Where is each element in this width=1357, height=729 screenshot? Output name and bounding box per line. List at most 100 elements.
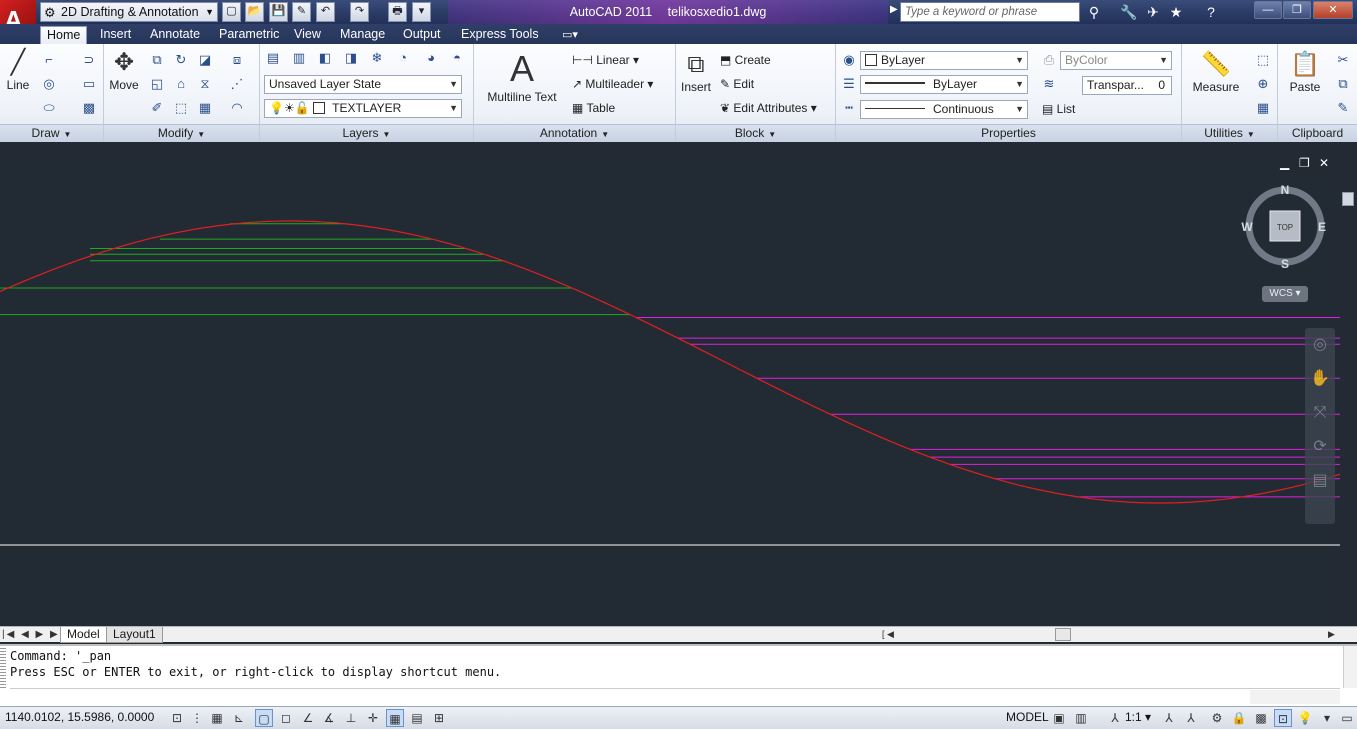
viewport-close-icon[interactable]: ✕ [1319, 156, 1329, 170]
layer-combo[interactable]: 💡☀🔓 TEXTLAYER ▼ [264, 99, 462, 118]
fillet-icon[interactable]: ◱ [146, 74, 168, 94]
tab-parametric[interactable]: Parametric [213, 26, 285, 44]
coordinate-readout[interactable]: 1140.0102, 15.5986, 0.0000 [5, 710, 154, 724]
pan-hand-icon[interactable]: ✋ [1305, 362, 1335, 396]
layout-nav-arrows[interactable]: |◀ ◀ ▶ ▶| [2, 627, 64, 642]
orbit-icon[interactable]: ⟳ [1305, 430, 1335, 464]
command-horizontal-scrollbar[interactable] [1250, 690, 1340, 704]
ribbon-minimize-icon[interactable]: ▭▾ [562, 28, 578, 41]
command-window-grip[interactable] [0, 648, 6, 688]
viewcube[interactable]: TOP N S E W [1235, 178, 1335, 278]
transparency-icon[interactable]: ≋ [1038, 74, 1060, 94]
polyline-icon[interactable]: ⌐ [38, 50, 60, 70]
lineweight-combo[interactable]: ByLayer ▼ [860, 75, 1028, 94]
compass-west[interactable]: W [1241, 220, 1253, 234]
quick-properties-icon[interactable]: ⊞ [430, 709, 448, 727]
wcs-menu[interactable]: WCS ▾ [1262, 286, 1308, 302]
toolbar-lock-icon[interactable]: 🔒 [1230, 709, 1248, 727]
tab-model[interactable]: Model [60, 627, 107, 643]
annotation-visibility-icon[interactable]: ⅄ [1160, 709, 1178, 727]
rectangle-icon[interactable]: ▭ [78, 74, 100, 94]
move-button[interactable]: ✥ Move [106, 48, 142, 92]
layer-match-icon[interactable]: ▥ [288, 48, 310, 68]
match-properties-icon[interactable]: ◉ [838, 50, 860, 70]
layer-properties-icon[interactable]: ▤ [262, 48, 284, 68]
insert-block-button[interactable]: ⧉ Insert [678, 50, 714, 94]
draw-panel-title[interactable]: Draw ▼ [0, 124, 103, 142]
save-as-icon[interactable]: ✎ [292, 2, 311, 22]
erase-icon[interactable]: ✐ [146, 98, 168, 118]
clipboard-panel-title[interactable]: Clipboard [1278, 124, 1357, 142]
vertical-scroll-thumb[interactable] [1342, 192, 1354, 206]
list-button[interactable]: ▤ List [1042, 100, 1075, 118]
paste-button[interactable]: 📋 Paste [1284, 50, 1326, 94]
layer-lock-icon[interactable]: ◕ [420, 48, 442, 68]
save-icon[interactable]: 💾 [269, 2, 288, 22]
drawing-area[interactable]: ▁ ❐ ✕ TOP N S E W WCS ▾ ◎ ✋ ⤧ ⟳ ▤ [0, 148, 1357, 626]
color-combo[interactable]: ByLayer ▼ [860, 51, 1028, 70]
compass-north[interactable]: N [1281, 183, 1290, 197]
hatch-icon[interactable]: ▩ [78, 98, 100, 118]
steeringwheel-icon[interactable]: ◎ [1305, 328, 1335, 362]
edit-attributes-button[interactable]: ❦ Edit Attributes ▾ [720, 99, 817, 117]
minimize-button[interactable]: — [1254, 1, 1282, 19]
layer-previous-icon[interactable]: ◧ [314, 48, 336, 68]
stretch-icon[interactable]: ⌂ [170, 74, 192, 94]
layer-walk-icon[interactable]: ◓ [446, 48, 468, 68]
help-icon[interactable]: ? [1200, 2, 1222, 22]
object-snap-icon[interactable]: ◻ [277, 709, 295, 727]
match-icon[interactable]: ✎ [1332, 98, 1354, 118]
viewport-restore-icon[interactable]: ❐ [1299, 156, 1310, 170]
infer-constraints-icon[interactable]: ⊡ [168, 709, 186, 727]
properties-panel-title[interactable]: Properties [836, 124, 1181, 142]
tab-view[interactable]: View [288, 26, 327, 44]
horizontal-scroll-thumb[interactable] [1055, 628, 1071, 641]
create-block-button[interactable]: ⬒ Create [720, 51, 771, 69]
edit-block-button[interactable]: ✎ Edit [720, 75, 754, 93]
annotation-panel-title[interactable]: Annotation ▼ [474, 124, 675, 142]
line-button[interactable]: ╱ Line [2, 48, 34, 92]
chevron-right-icon[interactable]: ▶ [890, 4, 898, 15]
layer-isolate-icon[interactable]: ◨ [340, 48, 362, 68]
binoculars-icon[interactable]: ⚲ [1083, 2, 1105, 22]
calculator-icon[interactable]: ▦ [1252, 98, 1274, 118]
otrack-icon[interactable]: ∡ [320, 709, 338, 727]
scale-icon[interactable]: ⬚ [170, 98, 192, 118]
communication-icon[interactable]: ✈ [1142, 2, 1164, 22]
undo-icon[interactable]: ↶ [316, 2, 335, 22]
utilities-panel-title[interactable]: Utilities ▼ [1182, 124, 1277, 142]
arc-icon[interactable]: ⊃ [78, 50, 100, 70]
sine-curve[interactable] [0, 220, 1341, 504]
showmotion-icon[interactable]: ▤ [1305, 464, 1335, 498]
redo-icon[interactable]: ↷ [350, 2, 369, 22]
plot-style-combo[interactable]: ByColor ▼ [1060, 51, 1172, 70]
measure-button[interactable]: 📏 Measure [1186, 50, 1246, 94]
linear-dimension-button[interactable]: ⊢⊣ Linear ▾ [572, 51, 639, 69]
point-icon[interactable]: ⊕ [1252, 74, 1274, 94]
copy-clip-icon[interactable]: ⧉ [1332, 74, 1354, 94]
modify-panel-title[interactable]: Modify ▼ [104, 124, 259, 142]
compass-east[interactable]: E [1318, 220, 1326, 234]
hardware-acceleration-icon[interactable]: ▩ [1252, 709, 1270, 727]
ducs-icon[interactable]: ⊥ [342, 709, 360, 727]
snap-mode-icon[interactable]: ⋮ [188, 709, 206, 727]
ortho-mode-icon[interactable]: ⊾ [230, 709, 248, 727]
customize-qat-icon[interactable]: ▾ [412, 2, 431, 22]
tab-output[interactable]: Output [397, 26, 447, 44]
status-menu-icon[interactable]: ▾ [1318, 709, 1336, 727]
horizontal-scroll-right-icon[interactable]: ▶ [1328, 627, 1335, 642]
multiline-text-button[interactable]: A Multiline Text [480, 48, 564, 104]
polar-tracking-icon[interactable]: ▢ [255, 709, 273, 727]
trim-icon[interactable]: ◪ [194, 50, 216, 70]
cut-icon[interactable]: ✂ [1332, 50, 1354, 70]
array-icon[interactable]: ▦ [194, 98, 216, 118]
command-input[interactable] [10, 688, 1340, 706]
tab-manage[interactable]: Manage [334, 26, 391, 44]
new-icon[interactable]: ▢ [222, 2, 241, 22]
table-button[interactable]: ▦ Table [572, 99, 615, 117]
viewport-minimize-icon[interactable]: ▁ [1280, 156, 1289, 170]
copy-icon[interactable]: ⧉ [146, 50, 168, 70]
quick-select-icon[interactable]: ⬚ [1252, 50, 1274, 70]
open-icon[interactable]: 📂 [245, 2, 264, 22]
plot-icon[interactable]: 🖶 [388, 2, 407, 22]
